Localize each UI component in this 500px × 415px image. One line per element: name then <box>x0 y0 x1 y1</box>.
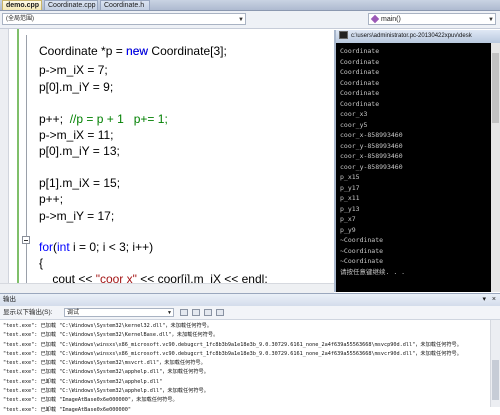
console-line: coor_y5 <box>340 120 368 129</box>
output-line: "test.exe": 已加载 "C:\Windows\System32\ker… <box>3 323 213 329</box>
keyword-for: for <box>39 240 54 254</box>
code-line-6: p->m_iX = 11; <box>39 128 114 142</box>
code-line-2: p->m_iX = 7; <box>39 63 108 77</box>
function-dropdown[interactable]: main() ▼ <box>368 13 496 25</box>
output-line: "test.exe": 已卸载 "C:\Windows\System32\app… <box>3 378 163 385</box>
output-source-value: 调试 <box>67 310 80 316</box>
pin-icon[interactable]: ▾ <box>482 294 486 306</box>
code-line-9: p[1].m_iX = 15; <box>39 176 121 190</box>
previous-message-icon[interactable] <box>192 309 200 316</box>
console-line: coor_x3 <box>340 110 368 118</box>
console-line: coor_y-858993460 <box>340 141 403 150</box>
console-titlebar[interactable]: c:\users\administrator.pc-20130422xpuv\d… <box>336 30 500 43</box>
output-lines: "test.exe": 已加载 "C:\Windows\System32\ker… <box>3 322 462 415</box>
console-line: coor_y-858993460 <box>340 162 403 171</box>
navigation-bar: (全局范围) ▼ main() ▼ <box>0 11 500 29</box>
console-line: coor_x-858993460 <box>340 131 403 139</box>
code-line-1-highlight: Coordinate *p = new <box>39 44 148 58</box>
code-line-3: p[0].m_iY = 9; <box>39 80 114 94</box>
code-line-14: { <box>39 256 44 270</box>
output-source-dropdown[interactable]: 调试 ▼ <box>64 308 174 317</box>
show-output-from-label: 显示以下输出(S): <box>3 309 53 316</box>
output-line: "test.exe": 已加载 "C:\Windows\System32\app… <box>3 369 209 376</box>
code-line-7: p[0].m_iY = 13; <box>39 144 120 158</box>
code-comment: //p = p + 1 p+= 1; <box>69 112 168 126</box>
console-scrollbar-thumb[interactable] <box>492 53 499 123</box>
change-tracking-bar <box>17 29 19 292</box>
editor-horizontal-scrollbar[interactable] <box>0 283 334 293</box>
output-line: "test.exe": 已卸载 "ImageAtBase0x6e000000" <box>3 406 131 413</box>
code-line-5: p++; //p = p + 1 p+= 1; <box>39 112 168 126</box>
console-window[interactable]: c:\users\administrator.pc-20130422xpuv\d… <box>334 30 500 292</box>
console-line: p_y17 <box>340 183 360 192</box>
console-line: p_x11 <box>340 194 360 202</box>
collapse-toggle-icon[interactable] <box>22 236 30 244</box>
scope-value: (全局范围) <box>6 16 34 22</box>
console-line: Coordinate <box>340 57 380 66</box>
output-line: "test.exe": 已加载 "C:\Windows\System32\msv… <box>3 360 206 367</box>
find-message-icon[interactable] <box>180 309 188 316</box>
console-line: p_y9 <box>340 225 356 234</box>
code-line-10: p++; <box>39 192 64 206</box>
output-line: "test.exe": 已加载 "C:\Windows\System32\Ker… <box>3 332 219 339</box>
tab-coordinate-cpp[interactable]: Coordinate.cpp <box>44 0 98 10</box>
console-line: coor_x-858993460 <box>340 152 403 160</box>
keyword-new: new <box>126 44 149 58</box>
console-line: ~Coordinate <box>340 236 384 244</box>
tab-demo-cpp[interactable]: demo.cpp <box>2 0 42 10</box>
console-line: p_y13 <box>340 204 360 213</box>
console-line: Coordinate <box>340 78 380 87</box>
tab-coordinate-h[interactable]: Coordinate.h <box>100 0 150 10</box>
output-line: "test.exe": 已加载 "ImageAtBase0x6e000000"，… <box>3 397 178 404</box>
console-line: Coordinate <box>340 89 380 97</box>
output-panel-header: 输出 ▾ × <box>0 293 500 306</box>
console-output: Coordinate Coordinate Coordinate Coordin… <box>340 46 490 277</box>
clear-all-icon[interactable] <box>216 309 224 316</box>
console-scrollbar[interactable] <box>491 43 500 292</box>
close-icon[interactable]: × <box>492 294 496 306</box>
editor-side-gutter <box>0 29 9 292</box>
console-icon <box>339 31 348 40</box>
next-message-icon[interactable] <box>204 309 212 316</box>
output-toolbar: 显示以下输出(S): 调试 ▼ <box>0 306 500 320</box>
console-line: 请按任意键继续. . . <box>340 267 406 276</box>
code-line-11: p->m_iY = 17; <box>39 209 115 223</box>
output-line: "test.exe": 已加载 "C:\Windows\winsxs\x86_m… <box>3 350 462 357</box>
chevron-down-icon: ▼ <box>488 17 494 23</box>
output-scrollbar-thumb[interactable] <box>492 360 499 400</box>
code-line-13: for(int i = 0; i < 3; i++) <box>39 240 154 254</box>
console-line: Coordinate <box>340 99 380 108</box>
output-line: "test.exe": 已加载 "C:\Windows\winsxs\x86_m… <box>3 341 462 348</box>
scope-dropdown[interactable]: (全局范围) ▼ <box>2 13 246 25</box>
output-line: "test.exe": 已加载 "C:\Windows\System32\app… <box>3 388 209 395</box>
outline-line <box>26 35 27 285</box>
console-line: p_x15 <box>340 173 360 181</box>
output-panel-title: 输出 <box>3 296 16 303</box>
console-title: c:\users\administrator.pc-20130422xpuv\d… <box>351 33 472 39</box>
document-tab-bar: demo.cpp Coordinate.cpp Coordinate.h <box>0 0 500 11</box>
chevron-down-icon: ▼ <box>167 310 172 316</box>
chevron-down-icon: ▼ <box>238 17 244 23</box>
method-icon <box>370 14 380 24</box>
console-line: ~Coordinate <box>340 246 384 255</box>
console-line: ~Coordinate <box>340 257 384 265</box>
console-line: p_x7 <box>340 215 356 223</box>
output-scrollbar[interactable] <box>490 320 500 407</box>
keyword-int: int <box>57 240 70 254</box>
output-pane[interactable]: "test.exe": 已加载 "C:\Windows\System32\ker… <box>0 320 500 413</box>
console-line: Coordinate <box>340 47 380 55</box>
console-line: Coordinate <box>340 68 380 76</box>
function-value: main() <box>381 16 401 23</box>
